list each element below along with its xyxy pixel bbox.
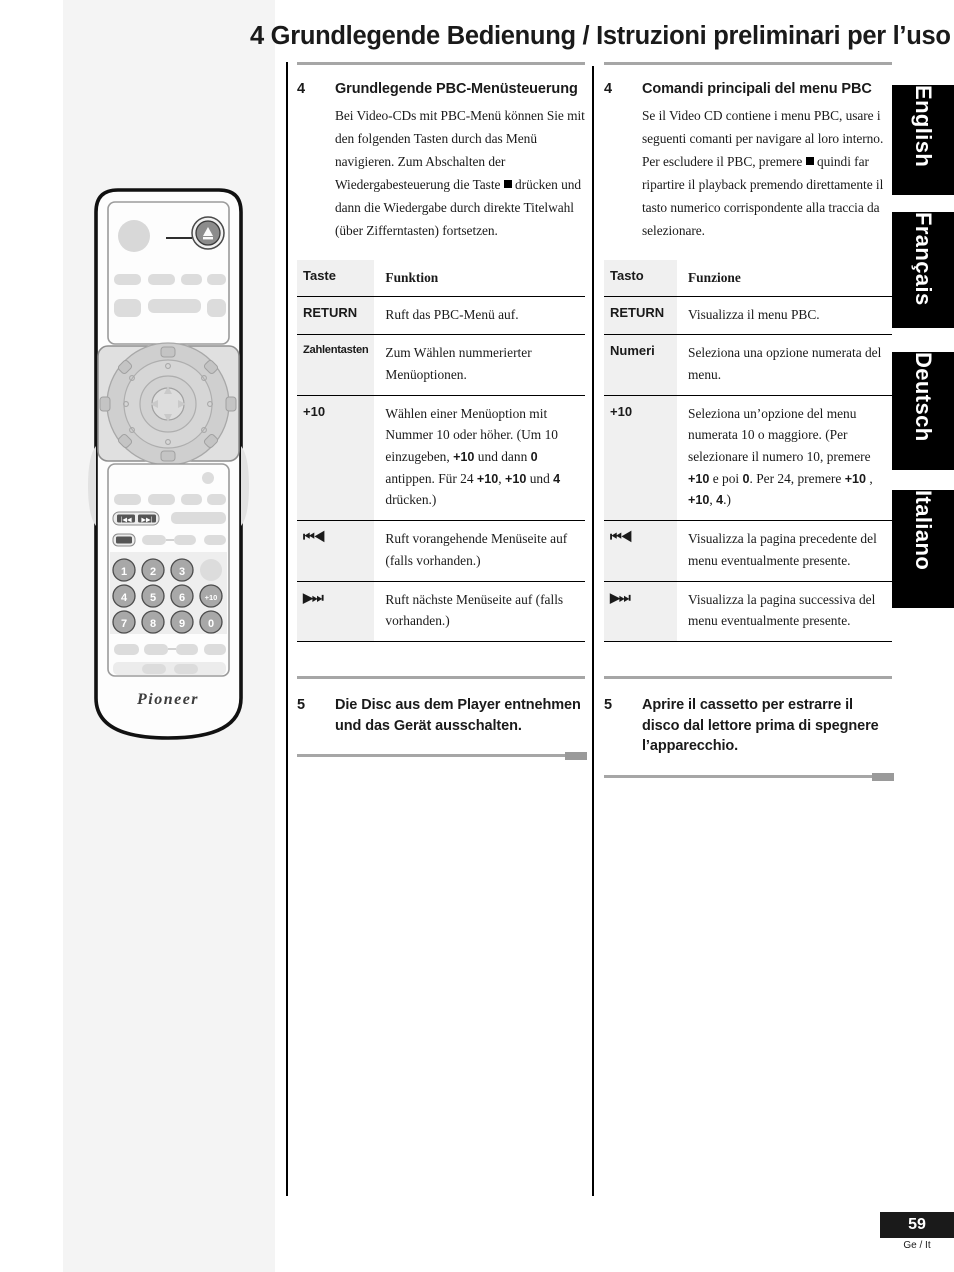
table-cell-key: RETURN — [604, 296, 677, 335]
step-5-title-it: Aprire il cassetto per estrarre il disco… — [642, 697, 879, 755]
table-cell-key-prev-icon: ⏮◀ — [604, 520, 677, 582]
table-cell-desc: Ruft das PBC-Menü auf. — [385, 306, 519, 322]
step-5-heading-de: 5 Die Disc aus dem Player entnehmen und … — [297, 695, 585, 736]
svg-text:4: 4 — [121, 592, 128, 604]
table-cell-desc: Zum Wählen nummerierter Menüoptionen. — [385, 345, 532, 382]
center-vertical-rule — [592, 66, 594, 1196]
step-5-rule-top-de — [297, 676, 585, 679]
step-4-title-it: Comandi principali del menu PBC — [642, 81, 872, 97]
step-5-title-de: Die Disc aus dem Player entnehmen und da… — [335, 697, 581, 734]
german-column: 4 Grundlegende PBC-Menüsteuerung Bei Vid… — [297, 62, 587, 761]
pbc-command-table-de: Taste Funktion RETURN Ruft das PBC-Menü … — [297, 259, 585, 642]
remote-control-illustration: |◀◀ ▶▶| 1 2 3 4 5 6 +10 7 8 9 0 Pioneer — [86, 186, 251, 761]
language-tab-label: Italiano — [911, 490, 936, 571]
step-5-number-de: 5 — [297, 697, 306, 713]
table-cell-desc: Visualizza la pagina successiva del menu… — [688, 591, 876, 629]
step-4-number-it: 4 — [604, 81, 613, 97]
step-4-heading-de: 4 Grundlegende PBC-Menüsteuerung — [297, 79, 585, 100]
table-cell-desc: Seleziona una opzione numerata del menu. — [688, 345, 882, 382]
table-cell-key-prev-icon: ⏮◀ — [297, 520, 375, 582]
table-cell-desc: Ruft nächste Menüseite auf (falls vorhan… — [385, 591, 564, 629]
page-number: 59 — [880, 1212, 954, 1238]
section-rule-top-it — [604, 62, 892, 65]
table-head-key-de: Taste — [297, 259, 375, 297]
svg-text:6: 6 — [179, 592, 185, 604]
step-5-block-de: 5 Die Disc aus dem Player entnehmen und … — [297, 676, 587, 761]
table-header-row: Tasto Funzione — [604, 259, 892, 297]
table-head-func-it: Funzione — [677, 259, 892, 297]
svg-text:8: 8 — [150, 618, 156, 630]
left-vertical-rule — [286, 62, 288, 1196]
table-row: ⏮◀ Ruft vorangehende Menüseite auf (fall… — [297, 520, 585, 582]
table-row: +10 Seleziona un’opzione del menu numera… — [604, 395, 892, 521]
svg-text:2: 2 — [150, 566, 156, 578]
stop-square-icon — [503, 179, 512, 188]
step-5-block-it: 5 Aprire il cassetto per estrarre il dis… — [604, 676, 894, 781]
step-5-rule-top-it — [604, 676, 892, 679]
table-head-key-it: Tasto — [604, 259, 677, 297]
step-4-title-de: Grundlegende PBC-Menüsteuerung — [335, 81, 578, 97]
table-cell-key: +10 — [604, 395, 677, 521]
table-row: ▶⏭ Visualizza la pagina successiva del m… — [604, 581, 892, 642]
pbc-command-table-it: Tasto Funzione RETURN Visualizza il menu… — [604, 259, 892, 642]
step-4-body-it: Se il Video CD contiene i menu PBC, usar… — [642, 104, 892, 242]
svg-text:1: 1 — [121, 566, 127, 578]
table-row: ▶⏭ Ruft nächste Menüseite auf (falls vor… — [297, 581, 585, 642]
language-tab-italiano[interactable]: Italiano — [892, 490, 954, 608]
language-tab-francais[interactable]: Français — [892, 212, 954, 328]
svg-text:5: 5 — [150, 592, 156, 604]
table-row: RETURN Ruft das PBC-Menü auf. — [297, 296, 585, 335]
language-tab-label: English — [911, 85, 936, 168]
table-cell-key-next-icon: ▶⏭ — [297, 581, 375, 642]
step-5-rule-bottom-de — [297, 752, 587, 761]
table-cell-desc: Seleziona un’opzione del menu numerata 1… — [688, 405, 873, 508]
table-cell-key-next-icon: ▶⏭ — [604, 581, 677, 642]
pioneer-brand-logo: Pioneer — [136, 691, 199, 708]
table-cell-key: Zahlentasten — [297, 334, 375, 396]
italian-column: 4 Comandi principali del menu PBC Se il … — [604, 62, 894, 781]
table-cell-key: Numeri — [604, 334, 677, 396]
language-tab-label: Deutsch — [911, 352, 936, 442]
step-4-heading-it: 4 Comandi principali del menu PBC — [604, 79, 892, 100]
table-cell-desc: Visualizza la pagina precedente del menu… — [688, 531, 877, 568]
table-row: ⏮◀ Visualizza la pagina precedente del m… — [604, 520, 892, 582]
page-number-language-code: Ge / It — [903, 1240, 931, 1251]
step-5-rule-bottom-it — [604, 772, 894, 781]
svg-text:7: 7 — [121, 618, 127, 630]
table-row: +10 Wählen einer Menüoption mit Nummer 1… — [297, 395, 585, 521]
step-5-number-it: 5 — [604, 697, 613, 713]
language-tab-english[interactable]: English — [892, 85, 954, 195]
table-cell-key: RETURN — [297, 296, 375, 335]
page-title: 4 Grundlegende Bedienung / Istruzioni pr… — [250, 22, 951, 50]
svg-text:+10: +10 — [205, 593, 218, 602]
table-head-func-de: Funktion — [374, 259, 585, 297]
table-header-row: Taste Funktion — [297, 259, 585, 297]
svg-text:▶▶|: ▶▶| — [141, 516, 152, 523]
language-tab-deutsch[interactable]: Deutsch — [892, 352, 954, 470]
language-tab-label: Français — [911, 212, 936, 306]
section-rule-top-de — [297, 62, 585, 65]
stop-square-icon — [805, 156, 814, 165]
step-4-number-de: 4 — [297, 81, 306, 97]
svg-text:0: 0 — [208, 618, 214, 630]
table-row: RETURN Visualizza il menu PBC. — [604, 296, 892, 335]
table-row: Numeri Seleziona una opzione numerata de… — [604, 334, 892, 396]
table-cell-desc: Visualizza il menu PBC. — [688, 306, 820, 322]
step-5-heading-it: 5 Aprire il cassetto per estrarre il dis… — [604, 695, 892, 757]
table-cell-key: +10 — [297, 395, 375, 521]
step-4-body-de: Bei Video-CDs mit PBC-Menü können Sie mi… — [335, 104, 585, 242]
svg-text:|◀◀: |◀◀ — [120, 516, 132, 523]
svg-text:3: 3 — [179, 566, 185, 578]
table-cell-desc: Ruft vorangehende Menüseite auf (falls v… — [385, 531, 568, 568]
svg-text:9: 9 — [179, 618, 185, 630]
table-row: Zahlentasten Zum Wählen nummerierter Men… — [297, 334, 585, 396]
table-cell-desc: Wählen einer Menüoption mit Nummer 10 od… — [385, 405, 561, 508]
